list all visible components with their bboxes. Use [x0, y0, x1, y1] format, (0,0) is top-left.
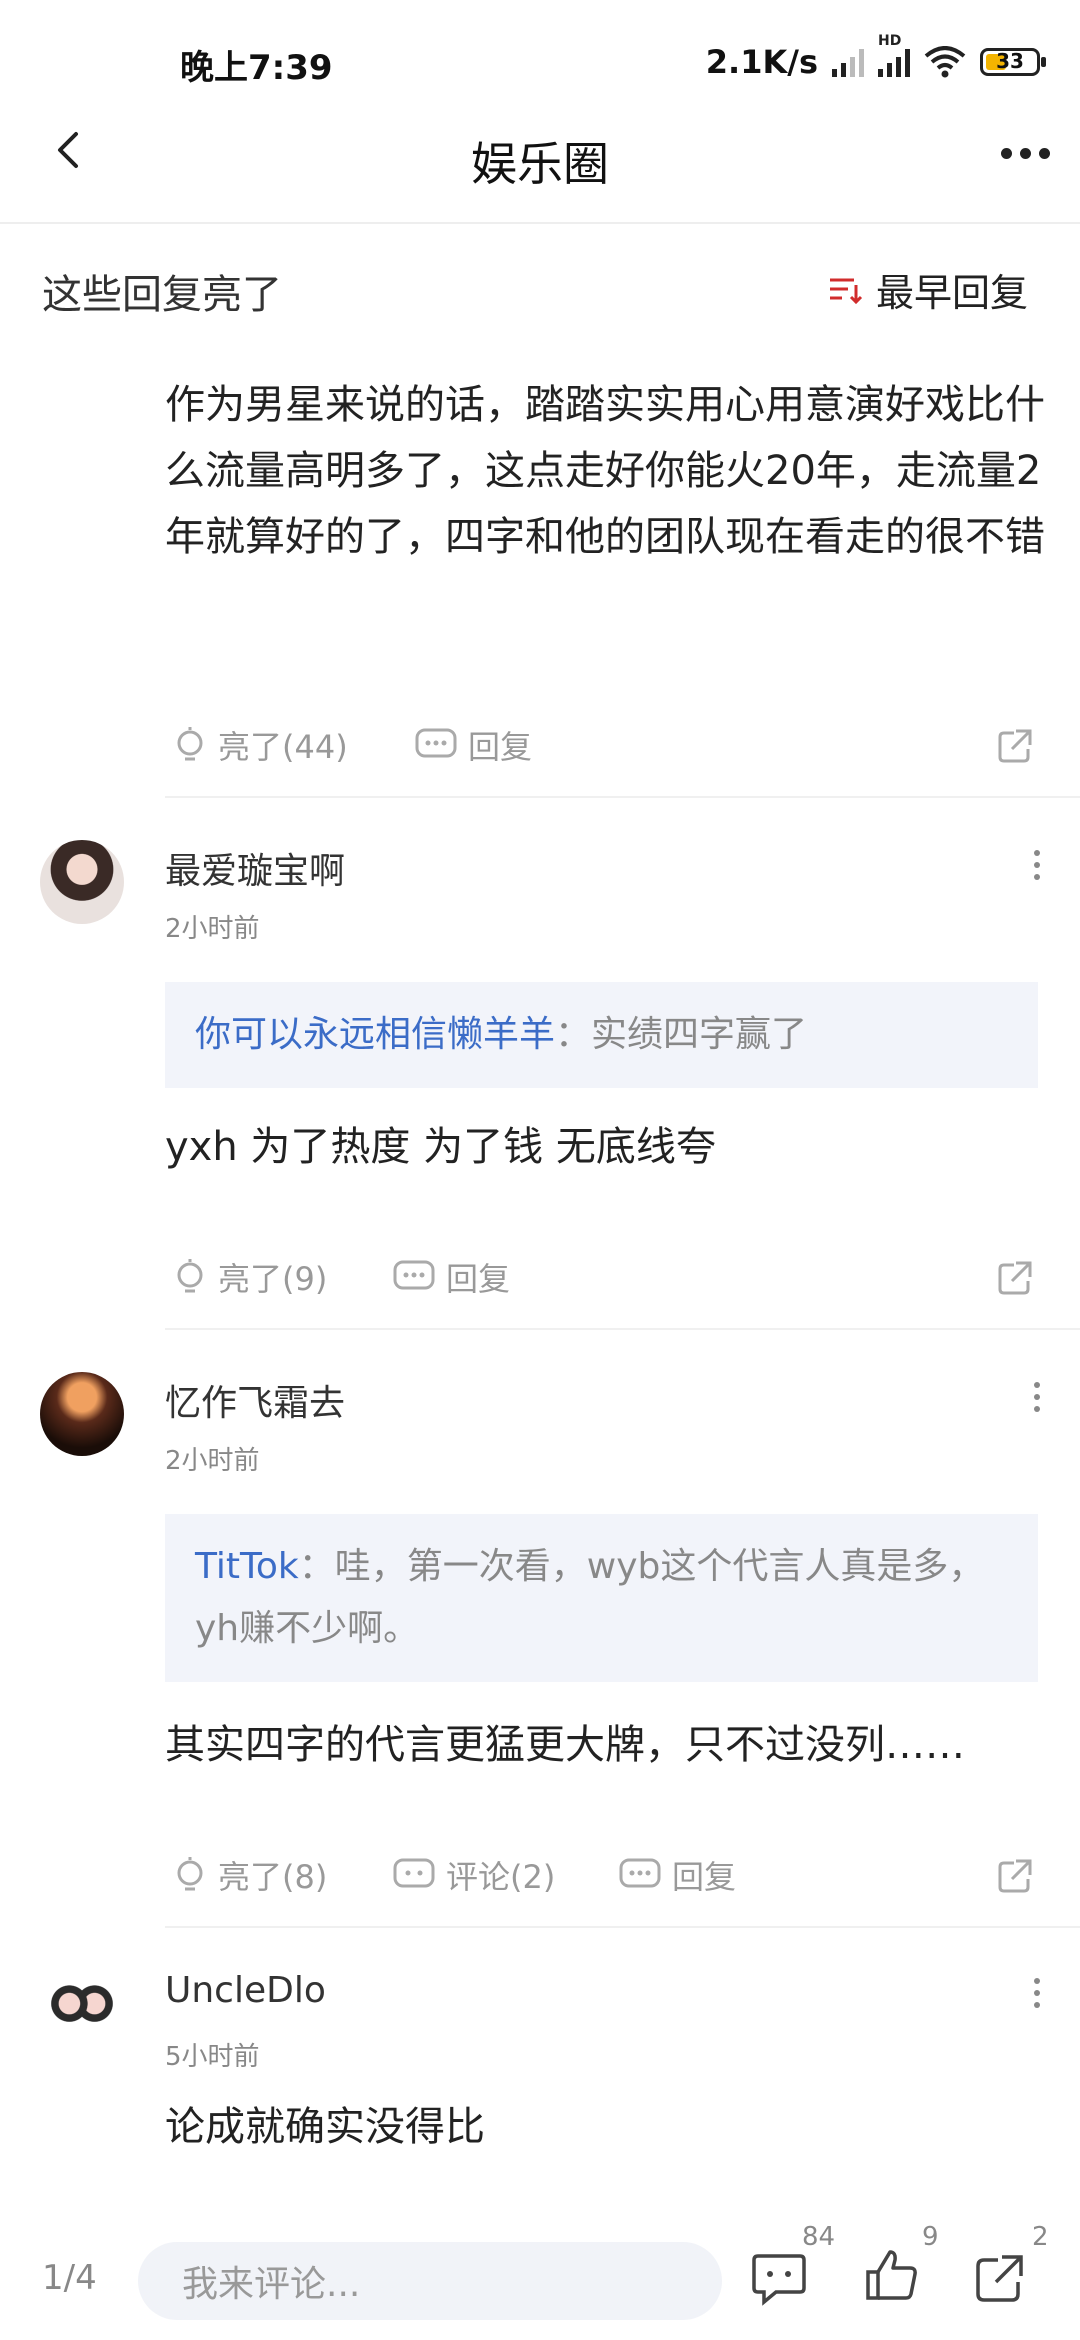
timestamp: 2小时前: [165, 914, 260, 944]
sort-icon: [829, 278, 863, 304]
quoted-username[interactable]: 你可以永远相信懒羊羊: [195, 1014, 555, 1055]
like-label: 亮了(44): [218, 728, 348, 766]
header-divider: [0, 222, 1080, 224]
section-title: 这些回复亮了: [42, 272, 282, 318]
like-button[interactable]: 亮了(8): [172, 1852, 327, 1898]
thumbs-up-icon: [866, 2250, 917, 2300]
share-icon: [976, 2255, 1023, 2302]
like-button[interactable]: 亮了(9): [172, 1254, 327, 1300]
comment-text: 论成就确实没得比: [165, 2104, 485, 2150]
reply-button[interactable]: 回复: [618, 1852, 736, 1898]
reply-label: 回复: [672, 1858, 737, 1896]
comment-menu-icon[interactable]: [1034, 1382, 1042, 1412]
bulb-icon: [177, 727, 203, 761]
timestamp: 5小时前: [165, 2042, 260, 2072]
status-icons: 2.1K/s HD 33: [705, 33, 1046, 84]
like-count-badge: 9: [922, 2222, 939, 2252]
reply-button[interactable]: 回复: [414, 722, 532, 768]
hd-signal-icon: HD: [878, 33, 910, 77]
comment-input[interactable]: 我来评论...: [138, 2242, 722, 2320]
quoted-username[interactable]: TitTok: [195, 1546, 299, 1587]
sort-button[interactable]: 最早回复: [828, 262, 1028, 317]
chat-bubble-icon: [415, 728, 457, 758]
status-time: 晚上7:39: [180, 48, 333, 88]
share-icon[interactable]: [994, 727, 1034, 767]
more-options-button[interactable]: [1001, 148, 1050, 159]
reply-label: 回复: [468, 728, 533, 766]
comment-text: 其实四字的代言更猛更大牌，只不过没列……: [165, 1722, 965, 1768]
avatar[interactable]: [40, 1970, 124, 2054]
timestamp: 2小时前: [165, 1446, 260, 1476]
comment-icon: [752, 2254, 806, 2306]
avatar[interactable]: [40, 840, 124, 924]
username[interactable]: 最爱璇宝啊: [165, 842, 345, 894]
quoted-comment[interactable]: 你可以永远相信懒羊羊：实绩四字赢了: [165, 982, 1038, 1088]
chat-bubble-icon: [393, 1260, 435, 1290]
comment-button[interactable]: 评论(2): [392, 1852, 555, 1898]
share-button[interactable]: [972, 2252, 1026, 2310]
like-label: 亮了(9): [218, 1260, 328, 1298]
comment-label: 评论(2): [446, 1858, 556, 1896]
bulb-icon: [177, 1857, 203, 1891]
net-speed: 2.1K/s: [705, 43, 818, 81]
comment-count-badge: 84: [802, 2222, 836, 2252]
comment-input-placeholder: 我来评论...: [182, 2264, 361, 2305]
divider: [165, 1926, 1080, 1928]
quoted-text: ：哇，第一次看，wyb这个代言人真是多，yh赚不少啊。: [195, 1546, 985, 1649]
bulb-icon: [177, 1259, 203, 1293]
battery-level: 33: [996, 49, 1024, 73]
comment-menu-icon[interactable]: [1034, 850, 1042, 880]
battery-icon: 33: [980, 48, 1046, 76]
comment-icon: [393, 1858, 435, 1888]
sort-label: 最早回复: [875, 271, 1028, 315]
reply-label: 回复: [446, 1260, 511, 1298]
avatar[interactable]: [40, 1372, 124, 1456]
divider: [165, 796, 1080, 798]
share-count-badge: 2: [1032, 2222, 1049, 2252]
chat-bubble-icon: [619, 1858, 661, 1888]
like-button[interactable]: 亮了(44): [172, 722, 348, 768]
like-label: 亮了(8): [218, 1858, 328, 1896]
wifi-icon: [924, 46, 966, 78]
share-icon[interactable]: [994, 1259, 1034, 1299]
page-indicator[interactable]: 1/4: [42, 2258, 97, 2298]
username[interactable]: UncleDlo: [165, 1970, 326, 2011]
comments-button[interactable]: [750, 2252, 808, 2310]
quoted-text: ：实绩四字赢了: [555, 1014, 808, 1055]
divider: [165, 1328, 1080, 1330]
reply-button[interactable]: 回复: [392, 1254, 510, 1300]
hd-label: HD: [878, 33, 902, 49]
comment-text: yxh 为了热度 为了钱 无底线夸: [165, 1124, 716, 1170]
share-icon[interactable]: [994, 1857, 1034, 1897]
page-title: 娱乐圈: [471, 137, 609, 191]
quoted-comment[interactable]: TitTok：哇，第一次看，wyb这个代言人真是多，yh赚不少啊。: [165, 1514, 1038, 1682]
main-post-text: 作为男星来说的话，踏踏实实用心用意演好戏比什么流量高明多了，这点走好你能火20年…: [165, 382, 1045, 560]
like-post-button[interactable]: [862, 2246, 920, 2308]
signal-icon: [832, 47, 864, 77]
comment-menu-icon[interactable]: [1034, 1978, 1042, 2008]
username[interactable]: 忆作飞霜去: [165, 1374, 345, 1426]
